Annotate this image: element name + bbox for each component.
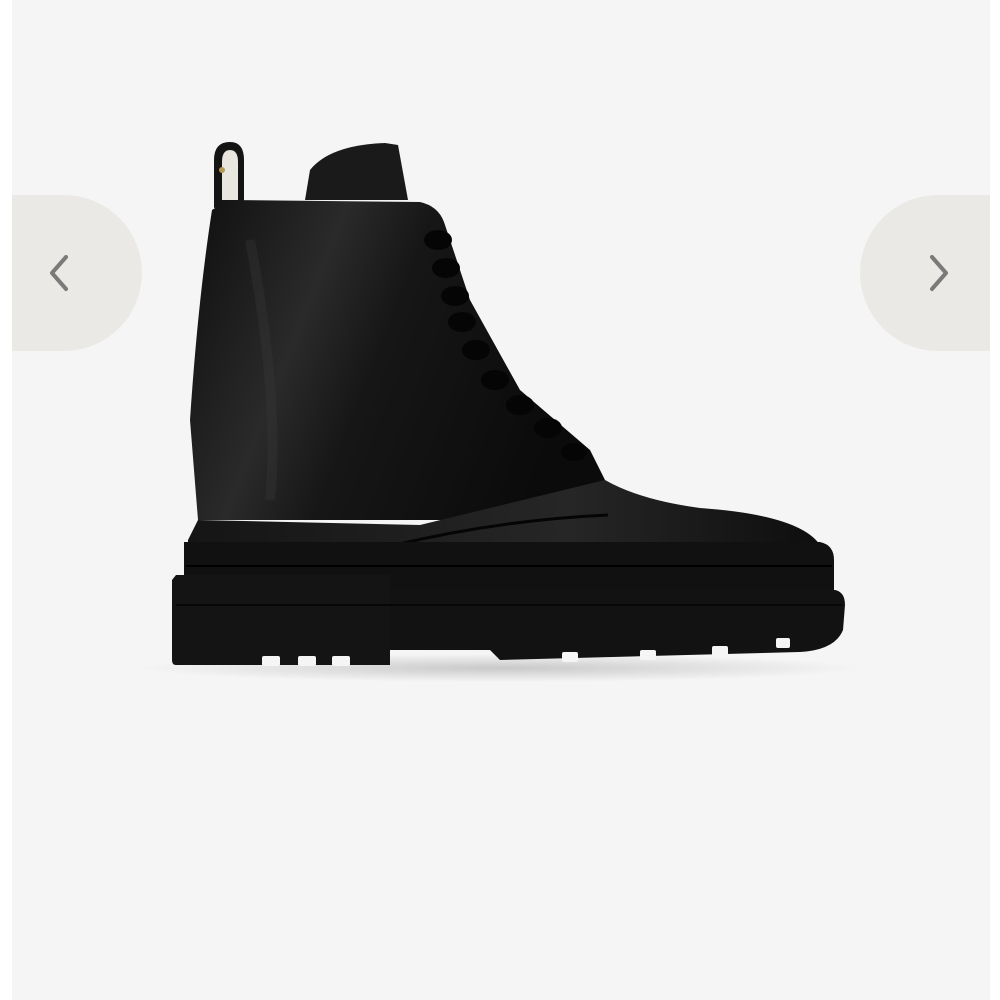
boot-collar <box>305 143 408 200</box>
product-image <box>140 142 860 682</box>
boot-outsole <box>390 590 845 660</box>
chevron-left-icon <box>50 255 68 291</box>
boot-heel <box>172 575 390 665</box>
chevron-right-icon <box>930 255 948 291</box>
